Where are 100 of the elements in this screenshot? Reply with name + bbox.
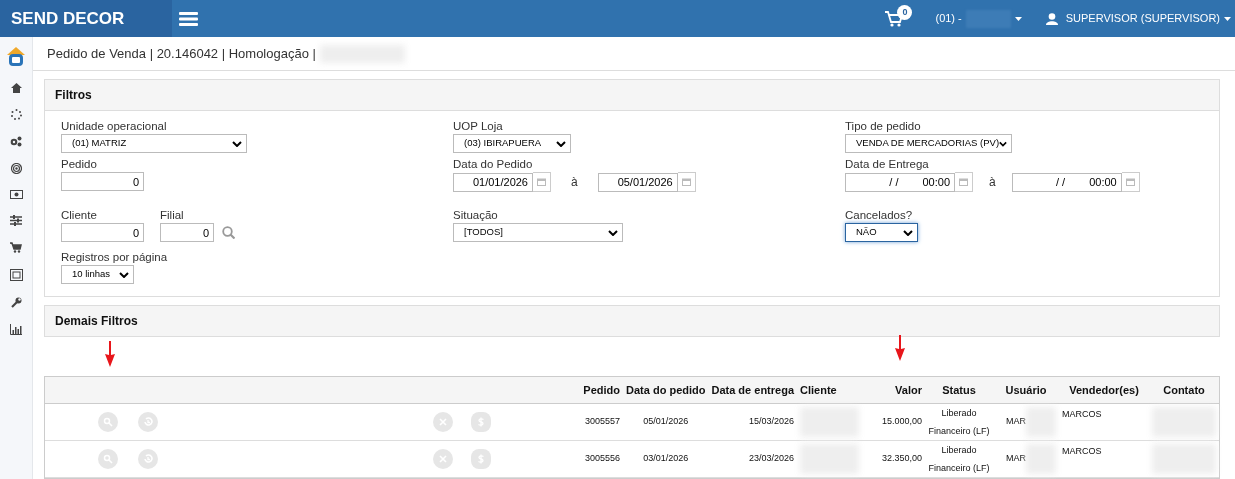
select-field[interactable]: (01) MATRIZ (61, 134, 247, 153)
table-cell: Liberado Financeiro (LF) (925, 403, 993, 440)
cart-icon[interactable] (10, 242, 22, 253)
field-label: Tipo de pedido (845, 119, 922, 133)
caret-icon (608, 229, 618, 236)
table-cell: 03/01/2026 (623, 440, 709, 477)
calendar-button[interactable] (533, 172, 551, 192)
table-cell-text: MAR (1006, 414, 1026, 428)
field-label: Cliente (61, 208, 98, 222)
caret-icon (232, 140, 242, 147)
calendar-icon (537, 178, 546, 186)
history-icon (143, 453, 153, 464)
column-header: Cliente (797, 377, 862, 403)
date-field[interactable]: 05/01/2026 (597, 172, 678, 192)
column-header: Vendedor(es) (1059, 377, 1149, 403)
user-name: SUPERVISOR (SUPERVISOR) (1065, 11, 1220, 27)
caret-icon (999, 140, 1007, 147)
select-field[interactable]: 10 linhas (61, 265, 134, 284)
brand-name: SEND DECOR (0, 0, 172, 37)
column-header: Usuário (993, 377, 1059, 403)
datetime-field[interactable]: / / 00:00 (845, 172, 955, 192)
table-cell: 15.000,00 (862, 403, 925, 440)
field-label: Situação (453, 208, 499, 222)
column-header: Data do pedido (623, 377, 709, 403)
annotation-arrow (895, 335, 905, 361)
range-separator: à (570, 174, 579, 191)
logo-icon (5, 45, 27, 67)
table-cell: 15/03/2026 (708, 403, 797, 440)
home-icon[interactable] (10, 83, 22, 93)
input-field[interactable]: 0 (160, 223, 214, 242)
input-field[interactable]: 0 (61, 172, 144, 191)
field-label: Cancelados? (845, 208, 914, 222)
range-separator: à (989, 174, 996, 191)
view-icon (103, 453, 113, 464)
screen-icon[interactable] (9, 269, 23, 281)
field-label: Data de Entrega (845, 157, 930, 171)
breadcrumb-text: Pedido de Venda | 20.146042 | Homologação | (47, 44, 316, 63)
user-icon (1045, 12, 1058, 25)
payment-icon (476, 416, 486, 427)
table-cell: 3005556 (580, 440, 623, 477)
table-cell: MARCOS (1062, 445, 1102, 456)
menu-button[interactable] (179, 9, 198, 28)
sliders-icon[interactable] (10, 215, 22, 226)
calendar-button[interactable] (1121, 172, 1140, 192)
field-label: Data do Pedido (453, 157, 534, 171)
calendar-icon (1125, 178, 1135, 186)
table-cell: 23/03/2026 (708, 440, 797, 477)
field-label: Pedido (61, 157, 98, 171)
menu-icon (179, 12, 198, 27)
select-field[interactable]: (03) IBIRAPUERA (453, 134, 571, 153)
panel-title: Filtros (45, 80, 1219, 111)
company-dropdown[interactable]: (01) - (935, 9, 1022, 28)
field-label: Filial (160, 208, 185, 222)
column-header: Status (925, 377, 993, 403)
select-field[interactable]: NÃO (845, 223, 918, 242)
calendar-icon (959, 178, 968, 186)
table-cell: 32.350,00 (862, 440, 925, 477)
user-menu[interactable]: SUPERVISOR (SUPERVISOR) (1045, 10, 1231, 27)
calendar-icon (681, 178, 691, 186)
cancel-icon (438, 416, 448, 427)
table-cell: 3005557 (580, 403, 623, 440)
spinner-icon[interactable] (10, 109, 22, 120)
caret-icon (556, 140, 566, 147)
caret-icon (119, 271, 129, 278)
table-cell: MARCOS (1062, 408, 1102, 419)
company-label: (01) - (935, 11, 962, 27)
money-icon[interactable] (9, 190, 23, 199)
table-cell: 05/01/2026 (623, 403, 709, 440)
cancel-icon (438, 453, 448, 464)
wrench-icon[interactable] (10, 297, 22, 308)
caret-icon (903, 229, 913, 236)
field-label: Registros por página (61, 250, 168, 264)
target-icon[interactable] (10, 163, 22, 174)
history-icon (143, 416, 153, 427)
column-header: Contato (1149, 377, 1219, 403)
select-field[interactable]: [TODOS] (453, 223, 623, 242)
caret-icon (1224, 16, 1231, 21)
gears-icon[interactable] (10, 136, 22, 147)
calendar-button[interactable] (677, 172, 696, 192)
datetime-field[interactable]: / / 00:00 (1011, 172, 1122, 192)
annotation-arrow (105, 341, 115, 367)
select-field[interactable]: VENDA DE MERCADORIAS (PV) (845, 134, 1012, 153)
table-cell: Liberado Financeiro (LF) (925, 440, 993, 477)
column-header: Data de entrega (708, 377, 797, 403)
date-field[interactable]: 01/01/2026 (453, 172, 533, 192)
column-header: Pedido (580, 377, 623, 403)
bar-chart-icon[interactable] (10, 324, 22, 335)
field-label: UOP Loja (453, 119, 504, 133)
search-icon[interactable] (222, 226, 235, 239)
view-icon (103, 416, 113, 427)
column-header: Valor (862, 377, 925, 403)
cart-icon[interactable] (885, 11, 904, 28)
input-field[interactable]: 0 (61, 223, 144, 242)
panel-title: Demais Filtros (45, 306, 1219, 336)
table-cell-text: MAR (1006, 451, 1026, 465)
payment-icon (476, 453, 486, 464)
field-label: Unidade operacional (61, 119, 168, 133)
calendar-button[interactable] (955, 172, 973, 192)
cart-count-badge: 0 (897, 4, 913, 20)
caret-icon (1014, 16, 1022, 21)
